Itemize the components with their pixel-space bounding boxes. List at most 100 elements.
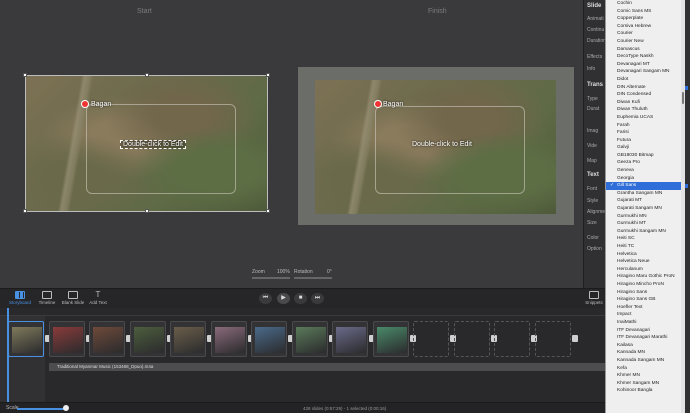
resize-handle[interactable] [23, 209, 27, 213]
font-menu-item[interactable]: DIN Alternate [606, 84, 685, 92]
font-menu-item[interactable]: Damascus [606, 46, 685, 54]
empty-slide-slot[interactable] [453, 321, 490, 357]
empty-slide-slot[interactable] [413, 321, 449, 357]
font-menu-item[interactable]: Impact [606, 311, 685, 319]
transition-icon[interactable] [571, 335, 578, 342]
font-menu-item[interactable]: Geeza Pro [606, 159, 685, 167]
font-menu-item[interactable]: Heiti TC [606, 243, 685, 251]
font-menu-item[interactable]: Hiragino Sans GB [606, 296, 685, 304]
slide-thumbnail[interactable] [8, 321, 44, 357]
font-dropdown-menu[interactable]: Cochin Comic Sans MS Copperplate Corsiva He… [605, 0, 685, 413]
timeline-button[interactable]: Timeline [33, 291, 61, 305]
add-text-button[interactable]: T Add Text [84, 291, 112, 306]
font-menu-item[interactable]: Helvetica Neue [606, 258, 685, 266]
resize-handle[interactable] [23, 73, 27, 77]
font-menu-item[interactable]: Helvetica [606, 251, 685, 259]
stop-button[interactable]: ■ [294, 293, 307, 304]
dropdown-arrow-icon[interactable] [685, 86, 688, 90]
font-menu-item[interactable]: Kailasa [606, 342, 685, 350]
font-menu-item[interactable]: Kefa [606, 365, 685, 373]
storyboard-button[interactable]: Storyboard [6, 291, 34, 305]
font-menu-item[interactable]: Farah [606, 122, 685, 130]
slide-thumbnail[interactable] [89, 321, 125, 357]
font-menu-item[interactable]: Devanagari MT [606, 61, 685, 69]
menu-scroll-thumb[interactable] [682, 92, 684, 104]
font-menu-item[interactable]: Gujarati MT [606, 197, 685, 205]
empty-slide-slot[interactable] [534, 321, 571, 357]
slide-thumbnail[interactable] [291, 321, 328, 357]
font-menu-item[interactable]: Comic Sans MS [606, 8, 685, 16]
font-menu-item[interactable]: Gujarati Sangam MN [606, 205, 685, 213]
resize-handle[interactable] [145, 73, 149, 77]
font-menu-item[interactable]: Khmer Sangam MN [606, 380, 685, 388]
font-menu-item[interactable]: Farisi [606, 129, 685, 137]
font-menu-item[interactable]: ITF Devanagari Marathi [606, 334, 685, 342]
dropdown-arrow-icon[interactable] [685, 184, 688, 188]
font-menu-item[interactable]: Diwan Kufi [606, 99, 685, 107]
font-menu-item[interactable]: Hiragino Maru Gothic ProN [606, 273, 685, 281]
slide-thumbnail[interactable] [170, 321, 206, 357]
font-menu-item[interactable]: Herculanum [606, 266, 685, 274]
font-menu-item[interactable]: Georgia [606, 175, 685, 183]
slide-section-header[interactable]: Slide [587, 3, 601, 9]
font-menu-item[interactable]: Heiti SC [606, 235, 685, 243]
font-menu-item[interactable]: Kannada Sangam MN [606, 357, 685, 365]
text-caption-start[interactable]: Double-click to Edit [120, 140, 186, 149]
playhead[interactable] [7, 308, 9, 402]
font-menu-item[interactable]: DIN Condensed [606, 91, 685, 99]
info-label[interactable]: Info [587, 66, 595, 72]
audio-track[interactable]: Traditional Myanmar Music (153468_Dpuo).… [49, 363, 605, 371]
font-menu-item[interactable]: Grantha Sangam MN [606, 190, 685, 198]
font-menu-item[interactable]: Euphemia UCAS [606, 114, 685, 122]
effects-label[interactable]: Effects [587, 54, 602, 60]
time-ruler[interactable] [0, 308, 605, 316]
font-menu-item[interactable]: Courier New [606, 38, 685, 46]
scale-slider-knob[interactable] [63, 405, 69, 411]
zoom-slider[interactable] [252, 277, 290, 279]
video-section[interactable]: Vide [587, 143, 597, 149]
transitions-header[interactable]: Trans [587, 82, 603, 88]
blank-slide-button[interactable]: Blank Slide [59, 291, 87, 305]
play-button[interactable]: ▶ [277, 293, 290, 304]
font-menu-item[interactable]: Hiragino Mincho ProN [606, 281, 685, 289]
resize-handle[interactable] [145, 209, 149, 213]
font-menu-item[interactable]: Gurmukhi MT [606, 220, 685, 228]
resize-handle[interactable] [266, 73, 270, 77]
font-menu-item[interactable]: GB18030 Bitmap [606, 152, 685, 160]
font-menu-item[interactable]: Gurmukhi MN [606, 213, 685, 221]
rotation-slider[interactable] [294, 277, 332, 279]
font-menu-item[interactable]: DecoType Naskh [606, 53, 685, 61]
font-menu-item[interactable]: Diwan Thuluth [606, 106, 685, 114]
map-section[interactable]: Map [587, 158, 597, 164]
font-menu-item[interactable]: Hiragino Sans [606, 289, 685, 297]
font-menu-item[interactable]: Gurmukhi Sangam MN [606, 228, 685, 236]
font-menu-item[interactable]: Galvji [606, 144, 685, 152]
font-menu-item[interactable]: Geneva [606, 167, 685, 175]
font-menu-item[interactable]: Devanagari Sangam MN [606, 68, 685, 76]
slide-thumbnail[interactable] [251, 321, 287, 357]
font-menu-item[interactable]: ITF Devanagari [606, 327, 685, 335]
font-menu-item[interactable]: Khmer MN [606, 372, 685, 380]
slide-thumbnail[interactable] [48, 321, 85, 357]
font-menu-item[interactable]: ✓ Gill Sans [606, 182, 685, 190]
next-icon[interactable]: ⏭ [311, 293, 324, 304]
text-section-header[interactable]: Text [587, 172, 599, 178]
snippets-button[interactable]: Snippets [580, 291, 608, 305]
empty-slide-slot[interactable] [494, 321, 530, 357]
scale-slider[interactable] [17, 408, 67, 410]
font-menu-item[interactable]: Courier [606, 30, 685, 38]
font-menu-item[interactable]: Corsiva Hebrew [606, 23, 685, 31]
font-menu-item[interactable]: Copperplate [606, 15, 685, 23]
font-menu-item[interactable]: Hoefler Text [606, 304, 685, 312]
font-menu-item[interactable]: Didot [606, 76, 685, 84]
font-menu-item[interactable]: Futura [606, 137, 685, 145]
slide-thumbnail[interactable] [210, 321, 247, 357]
slide-thumbnail[interactable] [332, 321, 368, 357]
font-menu-item[interactable]: Cochin [606, 0, 685, 8]
slide-thumbnail[interactable] [372, 321, 409, 357]
slide-thumbnail[interactable] [129, 321, 166, 357]
font-menu-item[interactable]: Kohinoor Bangla [606, 387, 685, 395]
resize-handle[interactable] [266, 209, 270, 213]
image-section[interactable]: Imag [587, 128, 598, 134]
font-menu-item[interactable]: InaiMathi [606, 319, 685, 327]
